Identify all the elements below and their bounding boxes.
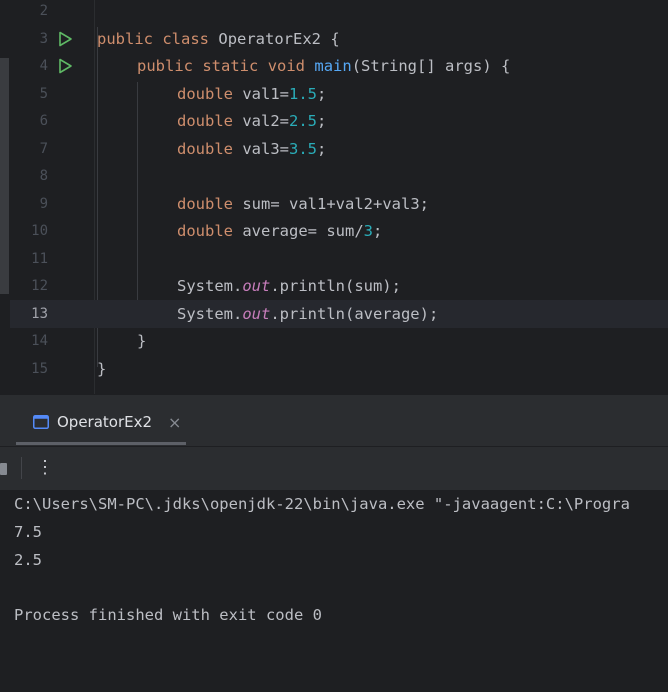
code-editor[interactable]: 2 3 public class OperatorEx2 { 4 public … <box>0 0 668 394</box>
run-tool-window-header: OperatorEx2 × <box>0 394 668 447</box>
run-toolbar: ⋮ <box>0 446 668 491</box>
line-number: 12 <box>31 278 48 295</box>
code-text: double sum= val1+val2+val3; <box>177 194 429 213</box>
code-text: double average= sum/3; <box>177 222 383 241</box>
code-text: public static void main(String[] args) { <box>137 57 511 76</box>
close-icon[interactable]: × <box>168 413 181 432</box>
code-text: System.out.println(average); <box>177 304 439 323</box>
code-text: } <box>97 359 107 378</box>
code-line[interactable]: 15 } <box>0 355 668 383</box>
line-number: 8 <box>39 168 48 185</box>
code-line[interactable]: 6 double val2=2.5; <box>0 108 668 136</box>
line-number: 2 <box>39 2 48 19</box>
code-line-current[interactable]: 13 System.out.println(average); <box>10 300 668 328</box>
code-line[interactable]: 3 public class OperatorEx2 { <box>0 25 668 53</box>
code-line[interactable]: 8 <box>0 163 668 191</box>
line-number: 14 <box>31 333 48 350</box>
line-number: 6 <box>39 113 48 130</box>
run-icon[interactable] <box>56 57 74 75</box>
console-line: 2.5 <box>14 551 42 569</box>
console-line: Process finished with exit code 0 <box>14 606 322 624</box>
stop-icon[interactable] <box>0 463 7 475</box>
code-line[interactable]: 2 <box>0 0 668 25</box>
run-icon[interactable] <box>56 30 74 48</box>
line-number: 7 <box>39 140 48 157</box>
tab-run-operatorex2[interactable]: OperatorEx2 × <box>33 409 181 435</box>
active-tab-indicator <box>16 442 186 445</box>
code-text: double val2=2.5; <box>177 112 327 131</box>
tab-label: OperatorEx2 <box>57 413 153 431</box>
code-line[interactable]: 5 double val1=1.5; <box>0 80 668 108</box>
line-number: 3 <box>39 30 48 47</box>
code-line[interactable]: 14 } <box>0 328 668 356</box>
code-line[interactable]: 7 double val3=3.5; <box>0 135 668 163</box>
line-number: 15 <box>31 360 48 377</box>
more-options-icon[interactable]: ⋮ <box>36 459 54 477</box>
code-text: System.out.println(sum); <box>177 277 401 296</box>
console-line: 7.5 <box>14 523 42 541</box>
line-number: 13 <box>31 305 48 322</box>
line-number: 5 <box>39 85 48 102</box>
code-line[interactable]: 11 <box>0 245 668 273</box>
line-number: 10 <box>31 223 48 240</box>
code-line[interactable]: 12 System.out.println(sum); <box>0 273 668 301</box>
code-text: } <box>137 332 147 351</box>
console-line: C:\Users\SM-PC\.jdks\openjdk-22\bin\java… <box>14 495 630 513</box>
code-text: public class OperatorEx2 { <box>97 29 340 48</box>
code-line[interactable]: 9 double sum= val1+val2+val3; <box>0 190 668 218</box>
line-number: 9 <box>39 195 48 212</box>
line-number: 11 <box>31 250 48 267</box>
console-output[interactable]: C:\Users\SM-PC\.jdks\openjdk-22\bin\java… <box>0 490 668 692</box>
code-text: double val3=3.5; <box>177 139 327 158</box>
code-text: double val1=1.5; <box>177 84 327 103</box>
code-line[interactable]: 10 double average= sum/3; <box>0 218 668 246</box>
console-icon <box>33 415 49 429</box>
code-line[interactable]: 4 public static void main(String[] args)… <box>0 53 668 81</box>
line-number: 4 <box>39 58 48 75</box>
toolbar-separator <box>21 457 22 479</box>
